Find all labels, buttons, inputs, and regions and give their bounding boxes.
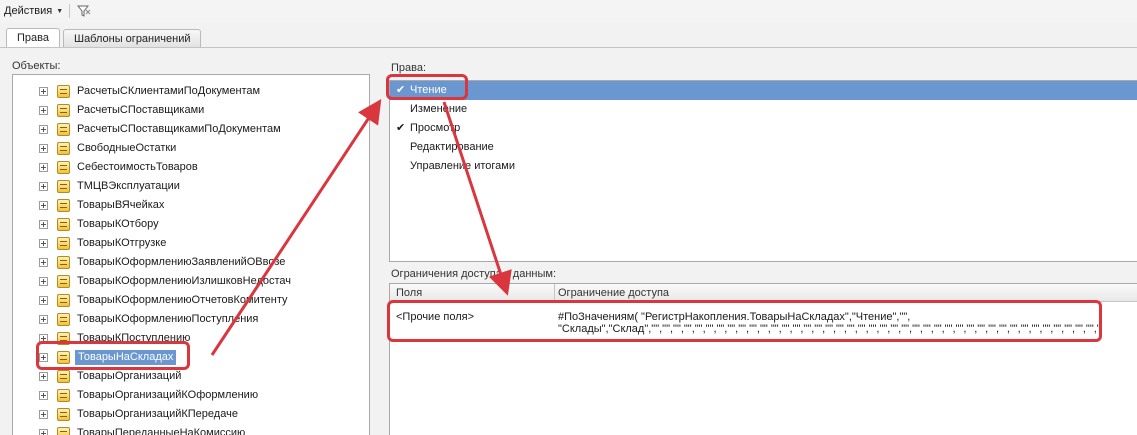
arrow-object-to-rights: [210, 98, 382, 356]
annotation-arrows: [210, 98, 512, 356]
arrow-rights-to-restriction: [442, 101, 512, 296]
